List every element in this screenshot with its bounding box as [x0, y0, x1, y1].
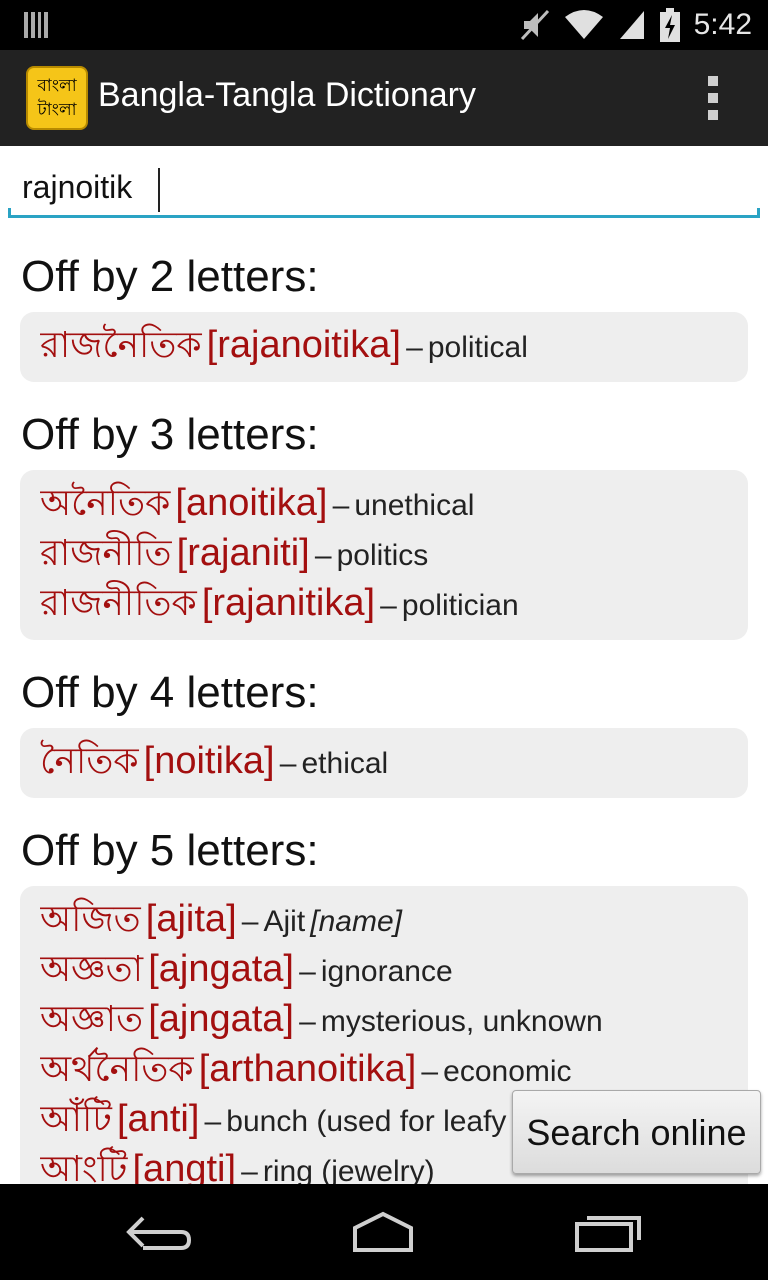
- list-item[interactable]: রাজনৈতিক [rajanoitika] – political: [40, 320, 728, 370]
- meaning: unethical: [354, 489, 475, 522]
- group-heading: Off by 3 letters:: [21, 410, 319, 459]
- transliteration: [angti]: [132, 1148, 237, 1184]
- transliteration: [rajanoitika]: [206, 324, 401, 366]
- transliteration: [ajita]: [145, 898, 237, 940]
- transliteration: [anti]: [117, 1098, 200, 1140]
- home-icon[interactable]: [338, 1202, 428, 1262]
- text-cursor: [158, 168, 160, 212]
- dash: –: [204, 1105, 222, 1138]
- dash: –: [406, 331, 423, 364]
- transliteration: [rajanitika]: [201, 582, 376, 624]
- meaning: ignorance: [320, 955, 453, 988]
- meaning: ethical: [301, 747, 389, 780]
- app-logo-line1: বাংলা: [37, 76, 77, 96]
- meaning: ring (jewelry): [262, 1155, 435, 1184]
- result-card: অনৈতিক [anoitika] – unethical রাজনীতি [r…: [20, 470, 748, 640]
- meaning: political: [427, 331, 528, 364]
- home-glyph: [353, 1211, 413, 1252]
- bangla-word: অজ্ঞাত: [40, 999, 144, 1040]
- battery-charging-icon: [659, 8, 680, 42]
- bangla-word: অনৈতিক: [40, 483, 171, 524]
- group-heading: Off by 5 letters:: [21, 826, 319, 875]
- list-item[interactable]: রাজনীতি [rajaniti] – politics: [40, 528, 728, 578]
- status-icons: 5:42: [520, 8, 752, 42]
- back-arrow-glyph: [126, 1216, 192, 1250]
- bangla-word: অজিত: [40, 899, 141, 940]
- result-card: রাজনৈতিক [rajanoitika] – political: [20, 312, 748, 382]
- bangla-word: আঁটি: [40, 1099, 112, 1140]
- list-item[interactable]: অজিত [ajita] – Ajit [name]: [40, 894, 728, 944]
- transliteration: [anoitika]: [175, 482, 328, 524]
- group-heading: Off by 2 letters:: [21, 252, 319, 301]
- search-online-button[interactable]: Search online: [512, 1090, 761, 1174]
- clock: 5:42: [693, 8, 752, 41]
- meaning: Ajit: [263, 905, 306, 938]
- transliteration: [arthanoitika]: [198, 1048, 417, 1090]
- recent-apps-icon[interactable]: [564, 1202, 654, 1262]
- bangla-word: আংটি: [40, 1149, 128, 1184]
- search-input[interactable]: [22, 166, 722, 208]
- mute-icon: [520, 9, 549, 41]
- status-bar: 5:42: [0, 0, 768, 50]
- app-title: Bangla-Tangla Dictionary: [98, 76, 476, 114]
- input-underline-right: [757, 208, 760, 218]
- bangla-word: অজ্ঞতা: [40, 949, 144, 990]
- navigation-bar: [0, 1184, 768, 1280]
- meaning: politics: [336, 539, 429, 572]
- action-bar: বাংলা টাংলা Bangla-Tangla Dictionary: [0, 50, 768, 146]
- meaning: mysterious, unknown: [320, 1005, 603, 1038]
- wifi-icon: [564, 10, 603, 39]
- app-logo[interactable]: বাংলা টাংলা: [26, 66, 88, 130]
- notification-icon: [24, 12, 48, 38]
- bangla-word: নৈতিক: [40, 741, 139, 782]
- search-field[interactable]: [8, 152, 760, 218]
- bangla-word: রাজনীতিক: [40, 583, 197, 624]
- bangla-word: রাজনৈতিক: [40, 325, 202, 366]
- dash: –: [421, 1055, 439, 1088]
- bangla-word: রাজনীতি: [40, 533, 172, 574]
- transliteration: [ajngata]: [148, 998, 294, 1040]
- transliteration: [rajaniti]: [176, 532, 310, 574]
- list-item[interactable]: অর্থনৈতিক [arthanoitika] – economic: [40, 1044, 728, 1094]
- group-heading: Off by 4 letters:: [21, 668, 319, 717]
- meaning: economic: [443, 1055, 572, 1088]
- app-logo-line2: টাংলা: [37, 100, 77, 120]
- bangla-word: অর্থনৈতিক: [40, 1049, 194, 1090]
- list-item[interactable]: অজ্ঞাত [ajngata] – mysterious, unknown: [40, 994, 728, 1044]
- result-group: Off by 3 letters: অনৈতিক [anoitika] – un…: [0, 400, 768, 640]
- dash: –: [380, 589, 397, 622]
- result-card: নৈতিক [noitika] – ethical: [20, 728, 748, 798]
- back-icon[interactable]: [114, 1202, 204, 1262]
- input-underline-left: [8, 208, 11, 218]
- meaning: politician: [401, 589, 519, 622]
- dash: –: [241, 1155, 258, 1184]
- recent-apps-glyph: [575, 1216, 641, 1252]
- dash: –: [241, 905, 259, 938]
- list-item[interactable]: অজ্ঞতা [ajngata] – ignorance: [40, 944, 728, 994]
- transliteration: [noitika]: [143, 740, 275, 782]
- signal-icon: [619, 11, 644, 39]
- meaning-note: [name]: [310, 905, 402, 938]
- dash: –: [299, 1005, 316, 1038]
- dash: –: [299, 955, 316, 988]
- result-group: Off by 4 letters: নৈতিক [noitika] – ethi…: [0, 658, 768, 798]
- transliteration: [ajngata]: [148, 948, 294, 990]
- results-list[interactable]: Off by 2 letters: রাজনৈতিক [rajanoitika]…: [0, 226, 768, 1184]
- dash: –: [279, 747, 297, 780]
- dash: –: [314, 539, 332, 572]
- result-group: Off by 2 letters: রাজনৈতিক [rajanoitika]…: [0, 242, 768, 382]
- list-item[interactable]: রাজনীতিক [rajanitika] – politician: [40, 578, 728, 628]
- dash: –: [332, 489, 350, 522]
- list-item[interactable]: অনৈতিক [anoitika] – unethical: [40, 478, 728, 528]
- list-item[interactable]: নৈতিক [noitika] – ethical: [40, 736, 728, 786]
- overflow-menu-icon[interactable]: [706, 76, 720, 120]
